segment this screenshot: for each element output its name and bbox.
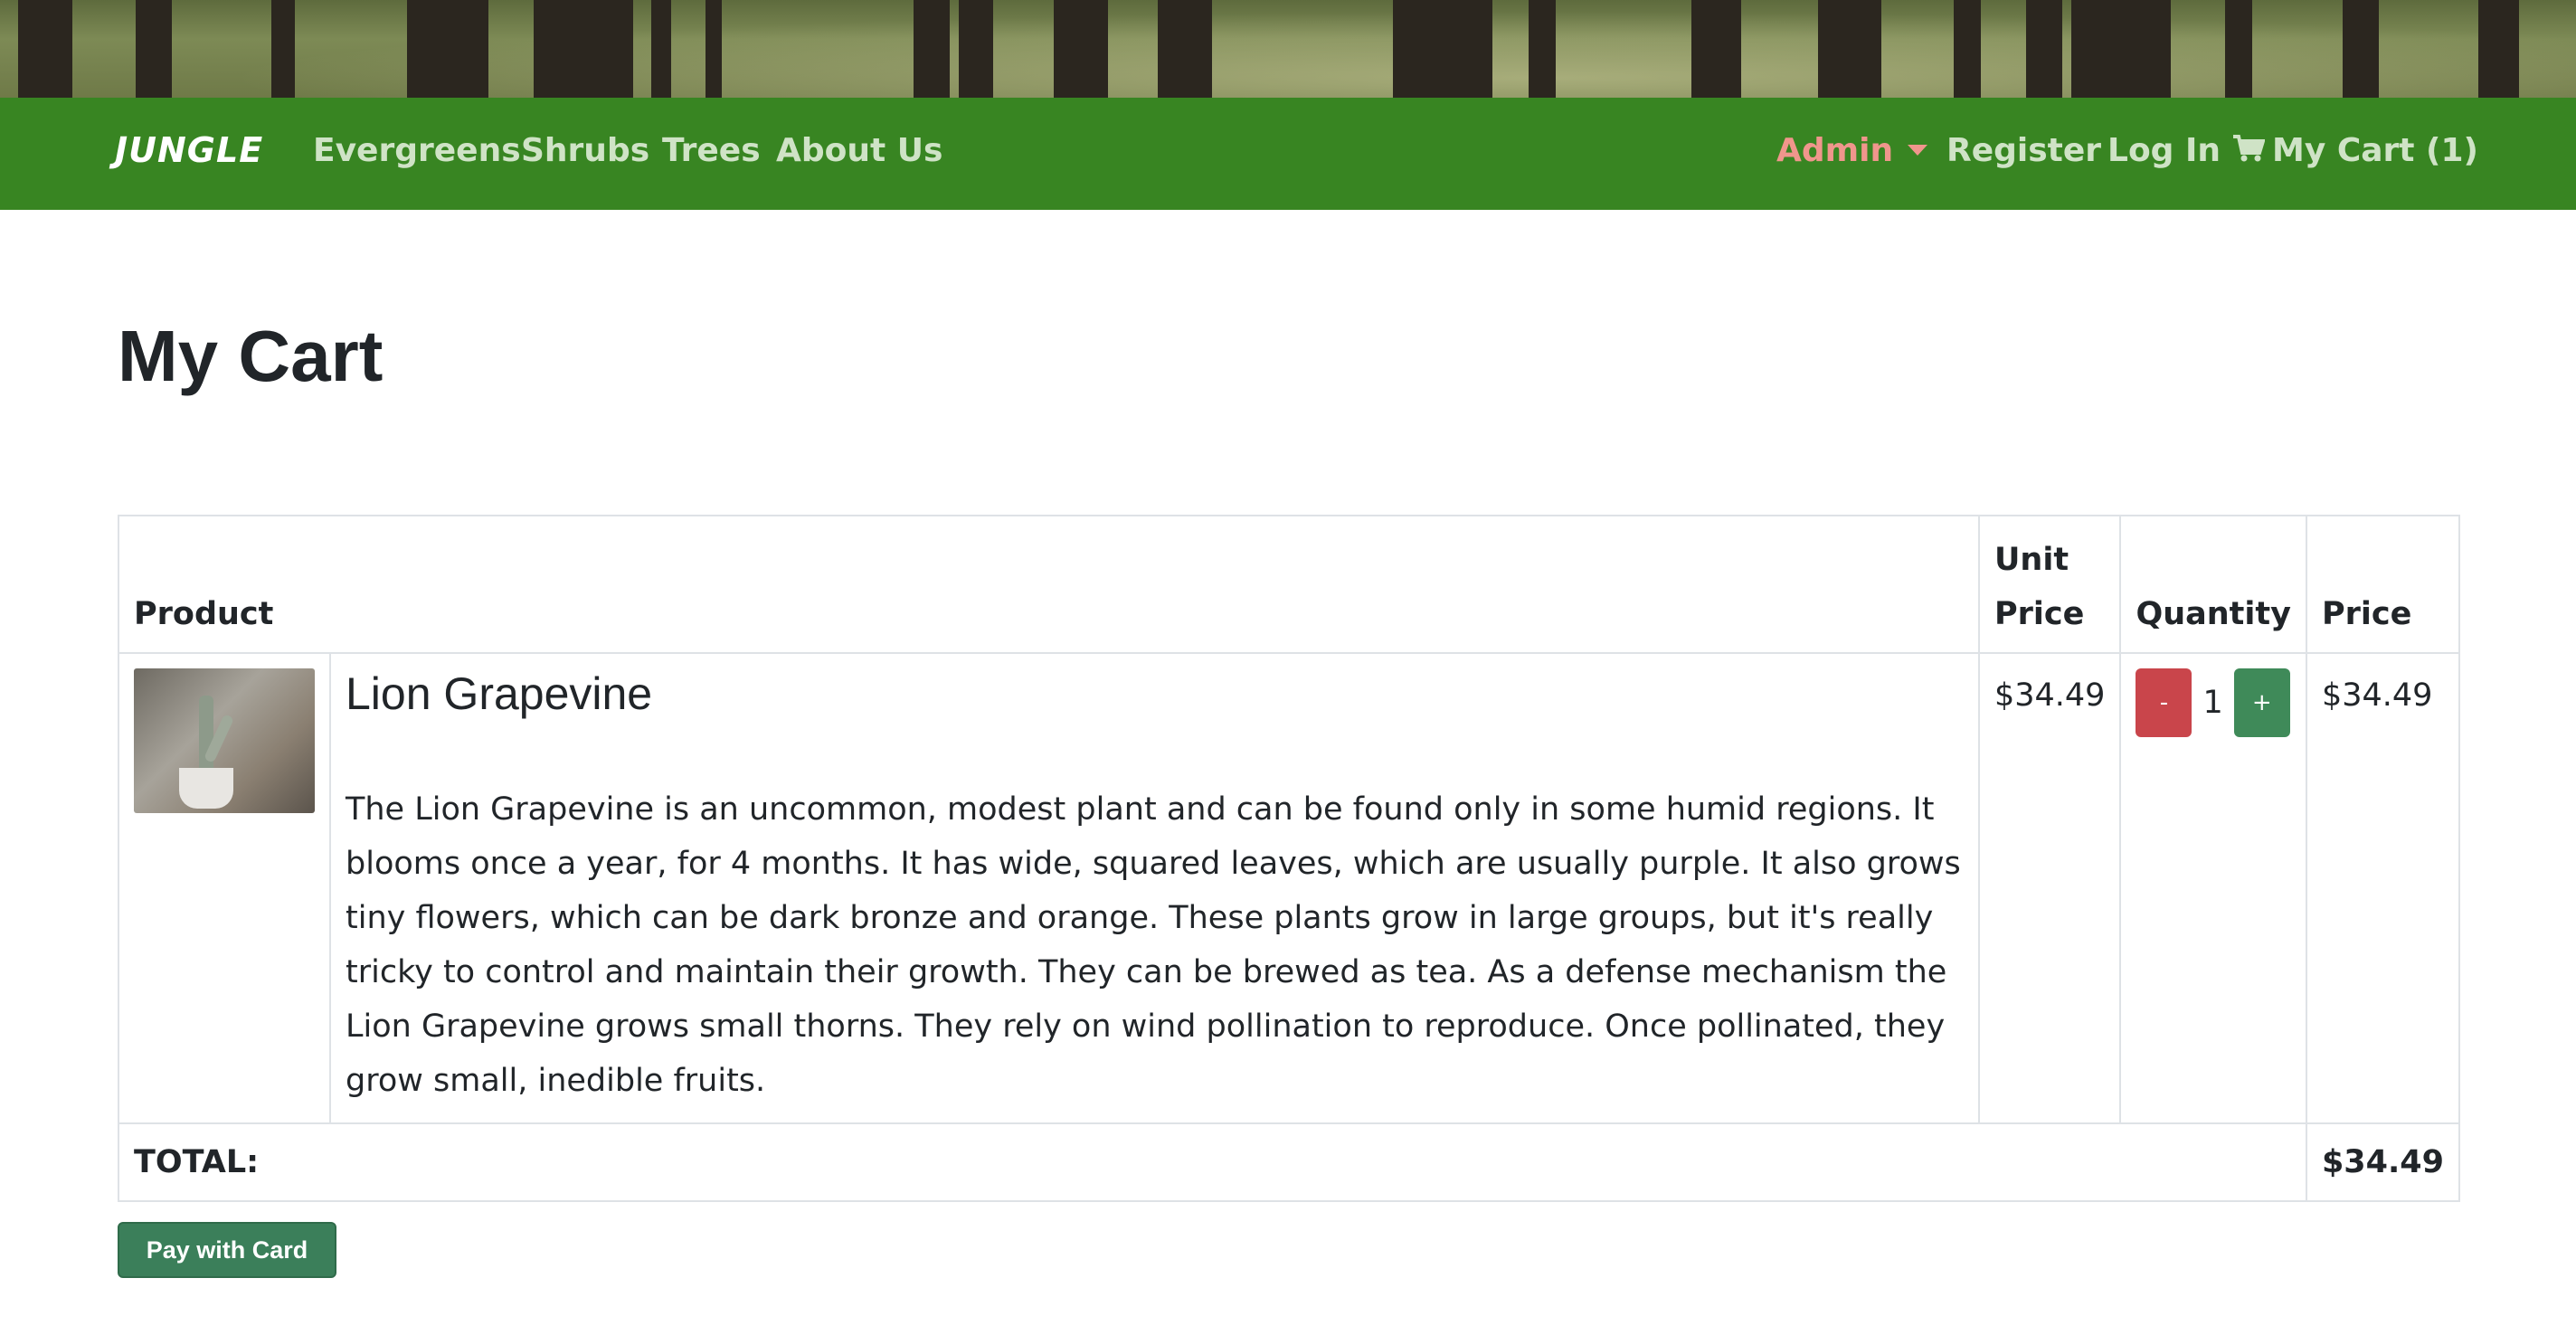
product-name: Lion Grapevine (346, 668, 653, 719)
product-thumbnail (134, 668, 315, 813)
total-value: $34.49 (2305, 1122, 2461, 1202)
brand-logo[interactable]: JUNGLE (115, 130, 263, 170)
page-title: My Cart (118, 316, 384, 396)
nav-link-register[interactable]: Register (1946, 132, 2101, 169)
product-image-cell (118, 652, 331, 1124)
total-label: TOTAL: (118, 1122, 2307, 1202)
shopping-cart-icon (2233, 135, 2265, 162)
header-product: Product (118, 515, 1980, 654)
product-details-cell: Lion Grapevine The Lion Grapevine is an … (329, 652, 1980, 1124)
header-unit-price: Unit Price (1977, 515, 2122, 654)
unit-price-cell: $34.49 (1977, 652, 2122, 1124)
quantity-cell: - 1 + (2119, 652, 2307, 1124)
nav-link-evergreens[interactable]: Evergreens (313, 132, 521, 169)
admin-label: Admin (1776, 132, 1894, 169)
table-row: Lion Grapevine The Lion Grapevine is an … (118, 652, 2461, 1124)
price-cell: $34.49 (2305, 652, 2461, 1124)
product-description: The Lion Grapevine is an uncommon, modes… (346, 791, 1961, 1099)
caret-down-icon (1908, 145, 1928, 156)
cart-table: Product Unit Price Quantity Price Lion G… (118, 515, 2461, 1202)
header-price: Price (2305, 515, 2461, 654)
decrease-quantity-button[interactable]: - (2136, 668, 2192, 737)
quantity-value: 1 (2202, 685, 2223, 721)
total-row: TOTAL: $34.49 (118, 1122, 2461, 1202)
pay-with-card-button[interactable]: Pay with Card (118, 1222, 336, 1278)
forest-header-banner (0, 0, 2576, 98)
nav-link-about-us[interactable]: About Us (776, 132, 942, 169)
my-cart-label: My Cart (1) (2272, 132, 2478, 169)
table-header-row: Product Unit Price Quantity Price (118, 515, 2461, 654)
header-quantity: Quantity (2119, 515, 2307, 654)
admin-dropdown[interactable]: Admin (1776, 132, 1928, 169)
main-navbar: JUNGLE Evergreens Shrubs Trees About Us … (0, 98, 2576, 210)
nav-link-trees[interactable]: Trees (662, 132, 761, 169)
nav-link-login[interactable]: Log In (2107, 132, 2221, 169)
increase-quantity-button[interactable]: + (2233, 668, 2290, 737)
login-label: Log In (2107, 132, 2221, 169)
nav-link-shrubs[interactable]: Shrubs (521, 132, 649, 169)
nav-link-my-cart[interactable]: My Cart (1) (2232, 132, 2478, 169)
quantity-stepper: - 1 + (2136, 668, 2290, 737)
